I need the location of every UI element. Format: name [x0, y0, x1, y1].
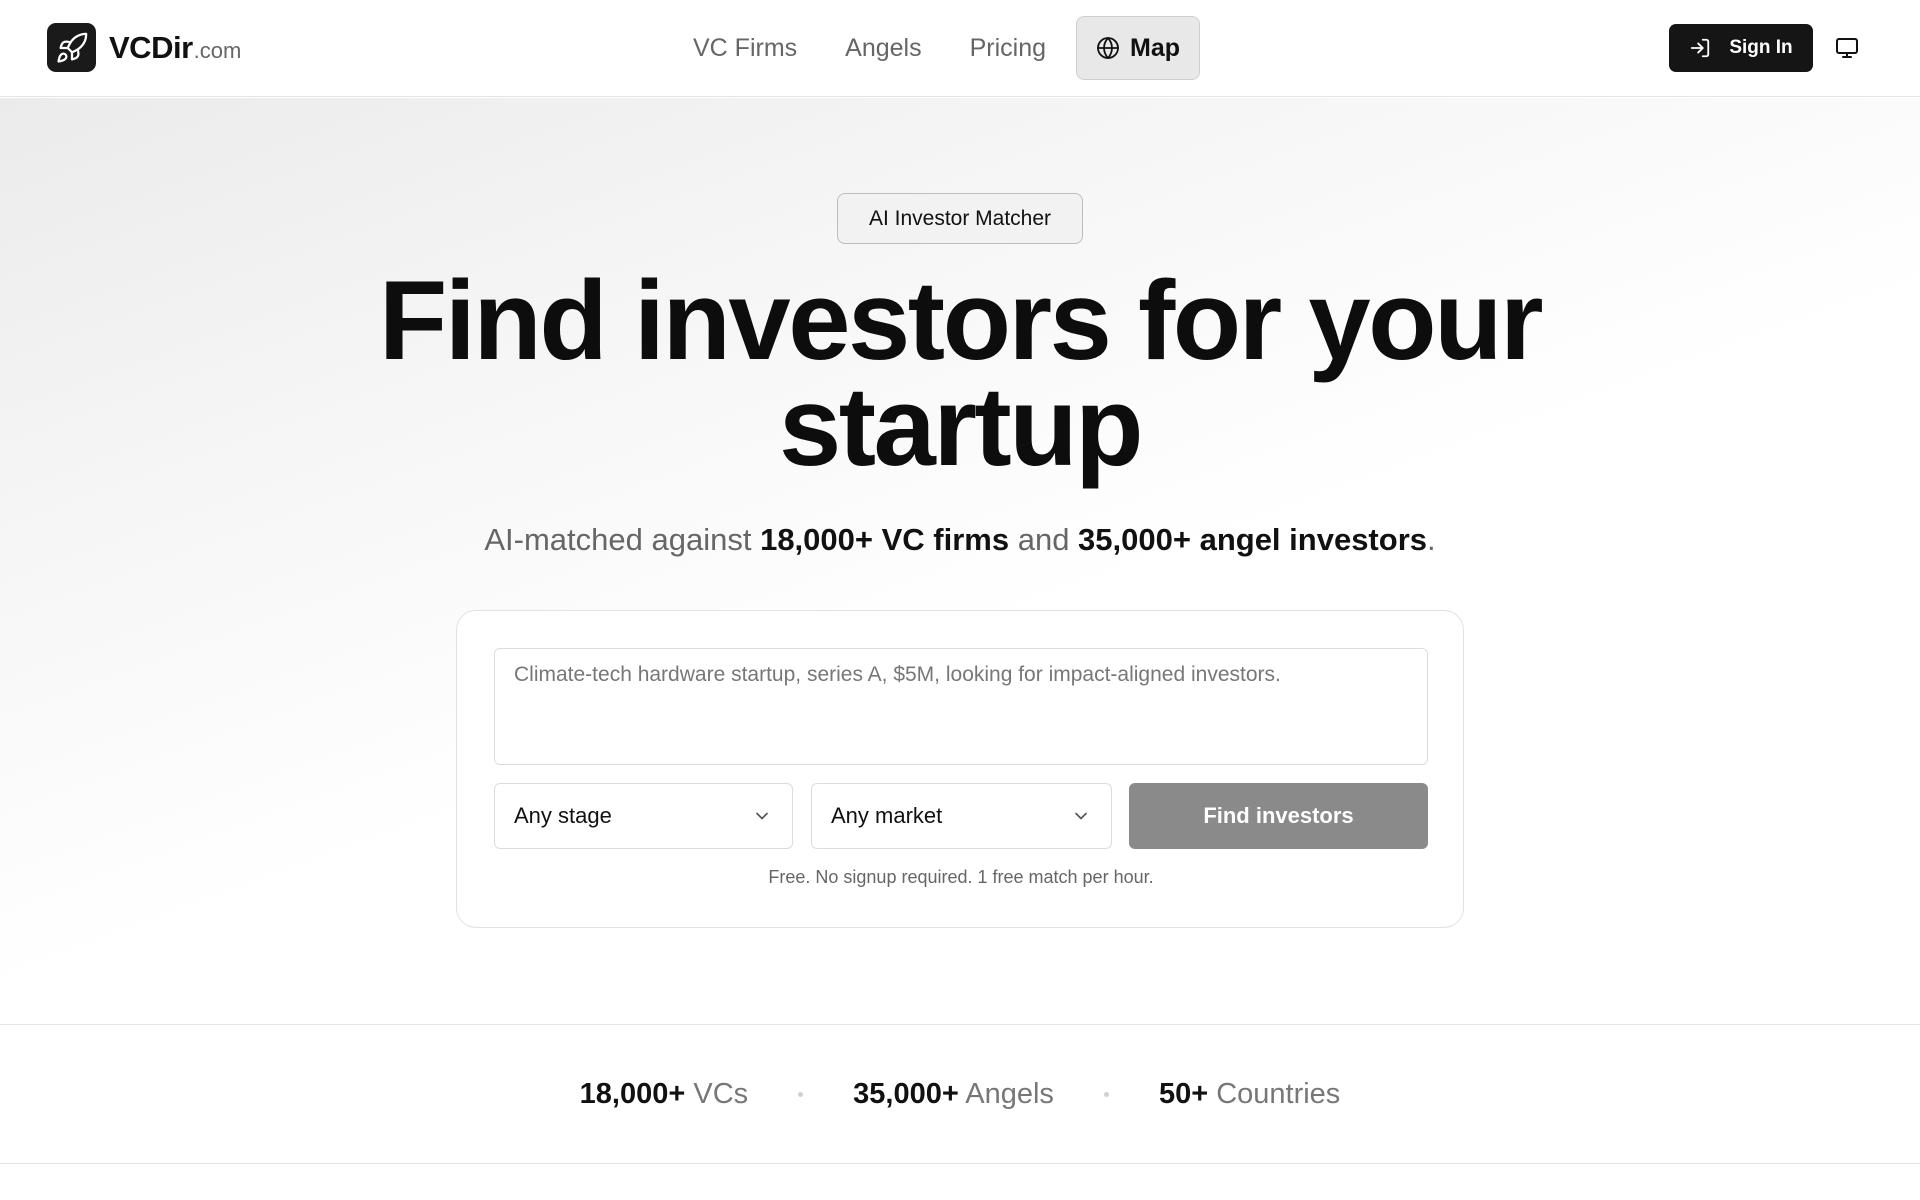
monitor-icon — [1836, 38, 1858, 58]
nav-link-vc-firms[interactable]: VC Firms — [693, 34, 797, 63]
search-note: Free. No signup required. 1 free match p… — [768, 867, 1154, 887]
home-logo-link[interactable]: VCDir .com — [47, 23, 241, 72]
stat-vcs-value: 18,000+ — [579, 1077, 686, 1110]
nav-link-angels[interactable]: Angels — [845, 34, 921, 63]
hero-section: AI Investor Matcher Find investors for y… — [0, 98, 1920, 1024]
subtitle-vc-count: 18,000+ VC firms — [760, 522, 1010, 557]
subtitle-prefix: AI-matched against — [484, 522, 761, 557]
stat-angels-value: 35,000+ — [853, 1077, 959, 1110]
stat-vcs: 18,000+ VCs — [580, 1078, 748, 1111]
stat-angels-label: Angels — [958, 1077, 1054, 1110]
stat-angels: 35,000+ Angels — [853, 1078, 1054, 1111]
main-nav: VC Firms Angels Pricing Map — [693, 16, 1201, 80]
theme-toggle-button[interactable] — [1832, 33, 1862, 63]
globe-icon — [1097, 37, 1119, 59]
top-nav-bar: VCDir .com VC Firms Angels Pricing Map S… — [0, 0, 1920, 97]
brand-suffix: .com — [193, 37, 242, 63]
investor-search-card: Any stage Any market Find investors Free… — [456, 610, 1464, 928]
rocket-icon — [47, 23, 96, 72]
stage-select-value: Any stage — [514, 803, 612, 828]
headline-line-2: startup — [778, 364, 1144, 489]
log-in-icon — [1691, 38, 1710, 58]
sign-in-button[interactable]: Sign In — [1669, 24, 1813, 72]
stage-select[interactable]: Any stage — [494, 783, 793, 849]
subtitle-suffix: . — [1427, 522, 1436, 557]
page-title: Find investors for your startup — [0, 265, 1920, 483]
feature-badge: AI Investor Matcher — [837, 193, 1083, 244]
market-select-value: Any market — [831, 803, 943, 828]
brand-name: VCDir — [109, 29, 193, 65]
subtitle-angel-count: 35,000+ angel investors — [1078, 522, 1427, 557]
nav-map-label: Map — [1130, 33, 1181, 62]
subtitle-middle: and — [1009, 522, 1079, 557]
market-select[interactable]: Any market — [811, 783, 1112, 849]
stat-countries-value: 50+ — [1158, 1077, 1209, 1110]
stat-countries-label: Countries — [1208, 1077, 1341, 1110]
page-footer-space — [0, 1165, 1920, 1200]
stat-separator — [1103, 1091, 1109, 1097]
stat-separator — [798, 1091, 804, 1097]
hero-subtitle: AI-matched against 18,000+ VC firms and … — [0, 522, 1920, 558]
nav-link-pricing[interactable]: Pricing — [970, 34, 1046, 63]
sign-in-label: Sign In — [1729, 37, 1793, 58]
find-investors-button[interactable]: Find investors — [1129, 783, 1428, 849]
chevron-down-icon — [756, 812, 768, 820]
startup-description-input[interactable] — [494, 648, 1428, 765]
stat-countries: 50+ Countries — [1159, 1078, 1340, 1111]
stats-row: 18,000+ VCs 35,000+ Angels 50+ Countries — [0, 1074, 1920, 1114]
stats-bar: 18,000+ VCs 35,000+ Angels 50+ Countries — [0, 1024, 1920, 1164]
stat-vcs-label: VCs — [685, 1077, 749, 1110]
nav-link-map[interactable]: Map — [1076, 16, 1201, 80]
chevron-down-icon — [1075, 812, 1087, 820]
